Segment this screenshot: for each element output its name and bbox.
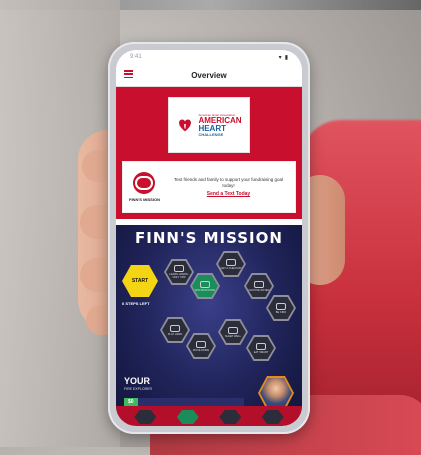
mission-board: FINN'S MISSION START 6 STEPS LEFT LEARN … [116,225,302,420]
mission-hex[interactable]: CHOOSE WATER [244,273,274,299]
mission-hex-complete[interactable]: WIN RESPONSE [190,273,220,299]
progress-title: YOUR [124,376,151,386]
mission-hex[interactable]: SLEEP WELL [218,319,248,345]
hamburger-icon[interactable] [124,70,133,78]
send-text-link[interactable]: Send a Text Today [207,191,250,197]
steps-left: 6 STEPS LEFT [122,301,150,306]
mission-hex[interactable]: LEARN HANDS-ONLY CPR [164,259,194,285]
card-message: Text friends and family to support your … [173,176,283,188]
mission-hex[interactable]: MOVE MORE [186,333,216,359]
start-hex[interactable]: START [122,265,158,297]
progress-bar: $0 [124,398,244,406]
status-time: 9:41 [130,54,142,60]
mission-hex[interactable]: BE KIND [266,295,296,321]
mission-hex[interactable]: PLAY HARD [160,317,190,343]
logo-line3: CHALLENGE [198,131,224,137]
bottom-hex[interactable] [176,410,199,424]
text-friends-card: FINN'S MISSION Text friends and family t… [122,161,296,213]
heart-torch-icon [176,116,194,134]
bottom-hex-row [116,406,302,426]
nav-bar: Overview [116,64,302,87]
mission-hex[interactable]: GET A CHECKUP [216,251,246,277]
battery-icon: ▮ [284,54,288,61]
phone-screen: 9:41 ▾ ▮ Overview American Heart Associa… [116,50,302,426]
aha-logo-card: American Heart Association AMERICAN HEAR… [168,97,250,153]
mission-title: FINN'S MISSION [135,229,283,247]
avatar [133,172,156,194]
bottom-hex[interactable] [261,410,284,424]
phone: 9:41 ▾ ▮ Overview American Heart Associa… [108,42,310,434]
bottom-hex[interactable] [219,410,242,424]
page-title: Overview [191,70,227,80]
mission-hex[interactable]: EAT SMART [246,335,276,361]
progress-subtitle: FIRE EXPLORER [124,387,153,391]
profile-photo[interactable] [258,376,294,410]
progress-value: $0 [128,399,134,405]
bottom-hex[interactable] [134,410,157,424]
signal-icon: ▾ [278,54,282,61]
hero-banner: American Heart Association AMERICAN HEAR… [116,87,302,219]
avatar-name: FINN'S MISSION [129,197,160,202]
status-bar: 9:41 ▾ ▮ [116,50,302,64]
